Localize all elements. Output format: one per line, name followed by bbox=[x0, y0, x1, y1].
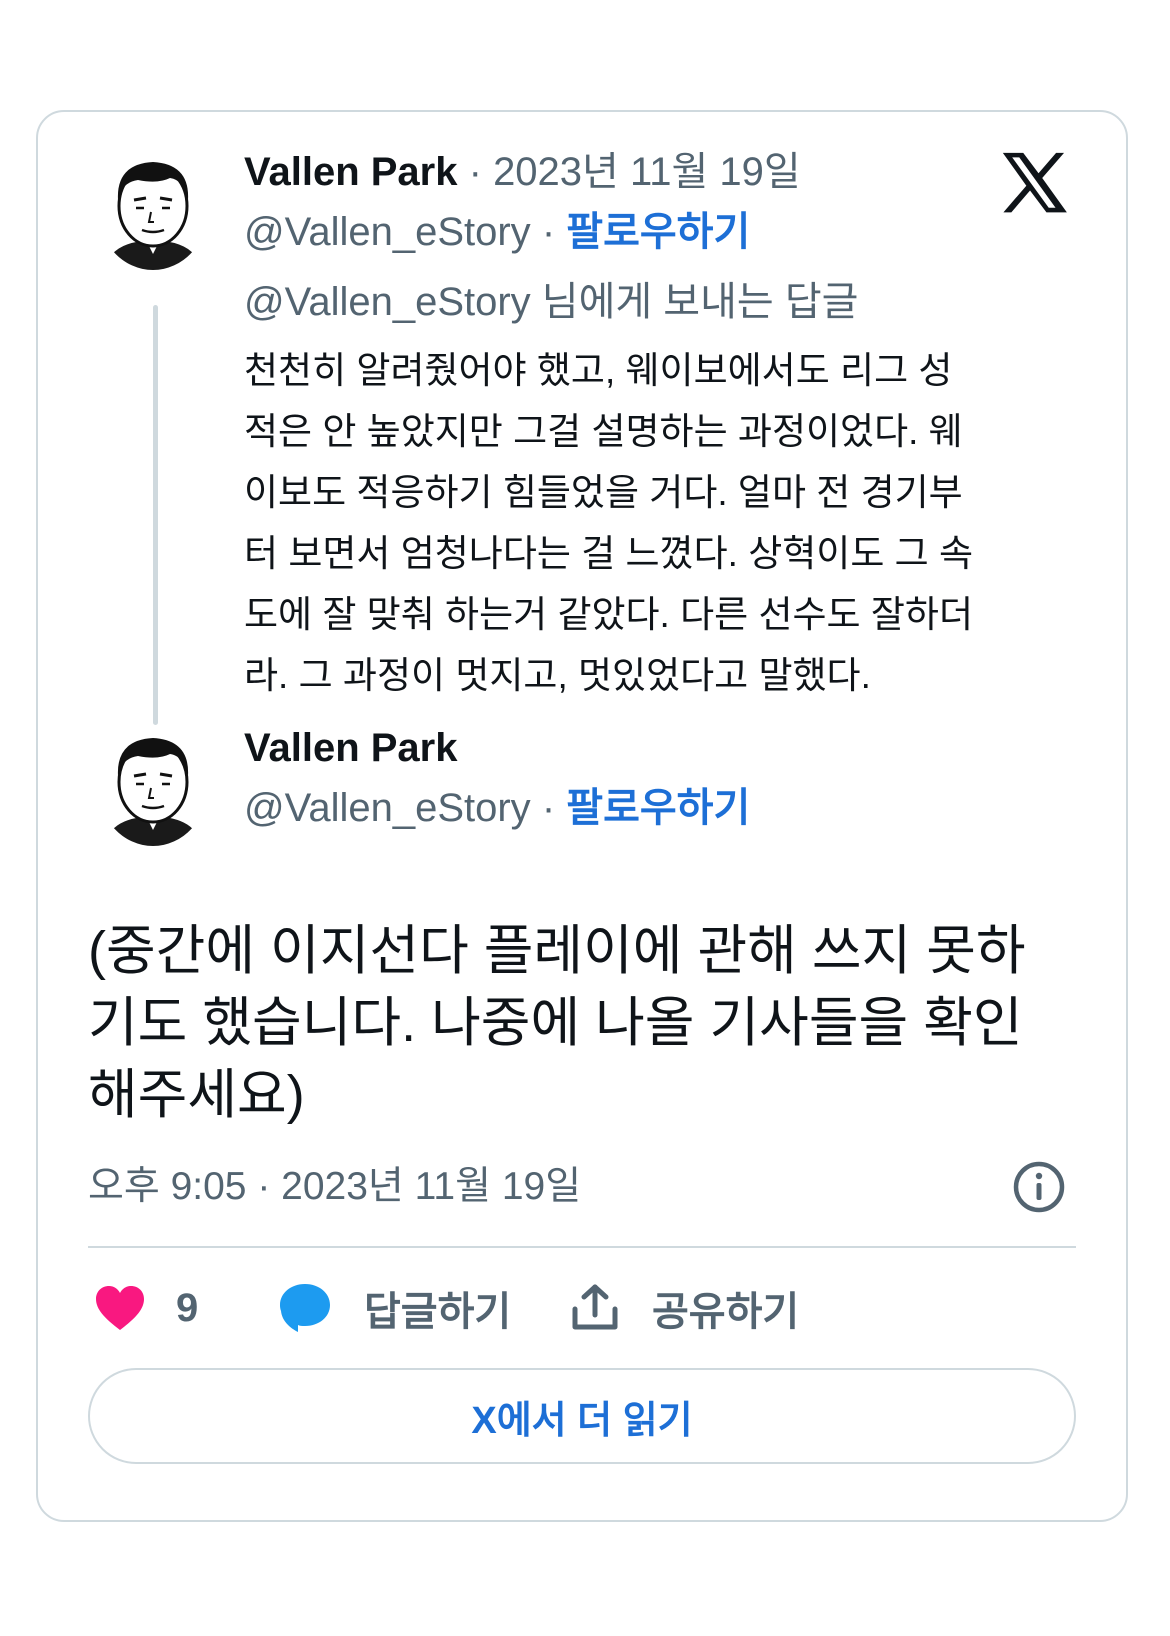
tweet-date[interactable]: 2023년 11월 19일 bbox=[493, 150, 801, 194]
like-button[interactable]: 9 bbox=[94, 1278, 198, 1338]
text-line: 해주세요) bbox=[88, 1065, 305, 1125]
text-line: (중간에 이지선다 플레이에 관해 쓰지 못하 bbox=[88, 921, 1026, 981]
thread-connector-line bbox=[153, 305, 158, 725]
separator: · bbox=[468, 150, 482, 194]
text-line: 이보도 적응하기 힘들었을 거다. 얼마 전 경기부 bbox=[244, 472, 963, 513]
info-icon[interactable] bbox=[1012, 1160, 1066, 1214]
text-line: 라. 그 과정이 멋지고, 멋있었다고 말했다. bbox=[244, 655, 871, 696]
author-handle[interactable]: @Vallen_eStory bbox=[244, 210, 531, 254]
divider bbox=[88, 1246, 1076, 1248]
text-line: 적은 안 높았지만 그걸 설명하는 과정이었다. 웨 bbox=[244, 411, 963, 452]
author-name[interactable]: Vallen Park bbox=[244, 150, 457, 194]
main-handle-row: @Vallen_eStory · 팔로우하기 bbox=[244, 784, 750, 832]
text-line: 기도 했습니다. 나중에 나올 기사들을 확인 bbox=[88, 993, 1023, 1053]
avatar[interactable] bbox=[98, 150, 208, 270]
reply-author-row: Vallen Park · 2023년 11월 19일 bbox=[244, 148, 801, 196]
author-handle[interactable]: @Vallen_eStory bbox=[244, 786, 531, 830]
reply-tweet-text: 천천히 알려줬어야 했고, 웨이보에서도 리그 성 적은 안 높았지만 그걸 설… bbox=[244, 340, 1084, 706]
reply-bubble-icon bbox=[280, 1284, 330, 1332]
reply-button[interactable]: 답글하기 bbox=[278, 1278, 511, 1338]
share-button[interactable]: 공유하기 bbox=[570, 1278, 799, 1338]
reply-label: 답글하기 bbox=[364, 1290, 512, 1334]
main-author-row: Vallen Park bbox=[244, 724, 457, 772]
separator: · bbox=[541, 786, 556, 830]
like-count: 9 bbox=[176, 1285, 199, 1330]
tweet-timestamp[interactable]: 오후 9:05 · 2023년 11월 19일 bbox=[88, 1163, 581, 1211]
main-tweet-text: (중간에 이지선다 플레이에 관해 쓰지 못하 기도 했습니다. 나중에 나올 … bbox=[88, 915, 1078, 1131]
read-more-button[interactable]: X에서 더 읽기 bbox=[88, 1368, 1076, 1464]
share-label: 공유하기 bbox=[652, 1290, 800, 1334]
author-name[interactable]: Vallen Park bbox=[244, 726, 457, 770]
x-logo-icon[interactable] bbox=[1000, 152, 1068, 216]
text-line: 천천히 알려줬어야 했고, 웨이보에서도 리그 성 bbox=[244, 350, 953, 391]
heart-icon bbox=[96, 1286, 144, 1330]
reply-to-label[interactable]: @Vallen_eStory 님에게 보내는 답글 bbox=[244, 278, 858, 326]
text-line: 도에 잘 맞춰 하는거 같았다. 다른 선수도 잘하더 bbox=[244, 594, 973, 635]
text-line: 터 보면서 엄청나다는 걸 느꼈다. 상혁이도 그 속 bbox=[244, 533, 973, 574]
follow-button[interactable]: 팔로우하기 bbox=[566, 210, 750, 254]
reply-handle-row: @Vallen_eStory · 팔로우하기 bbox=[244, 208, 750, 256]
share-icon bbox=[572, 1284, 618, 1330]
avatar[interactable] bbox=[98, 726, 208, 846]
separator: · bbox=[541, 210, 556, 254]
follow-button[interactable]: 팔로우하기 bbox=[566, 786, 750, 830]
